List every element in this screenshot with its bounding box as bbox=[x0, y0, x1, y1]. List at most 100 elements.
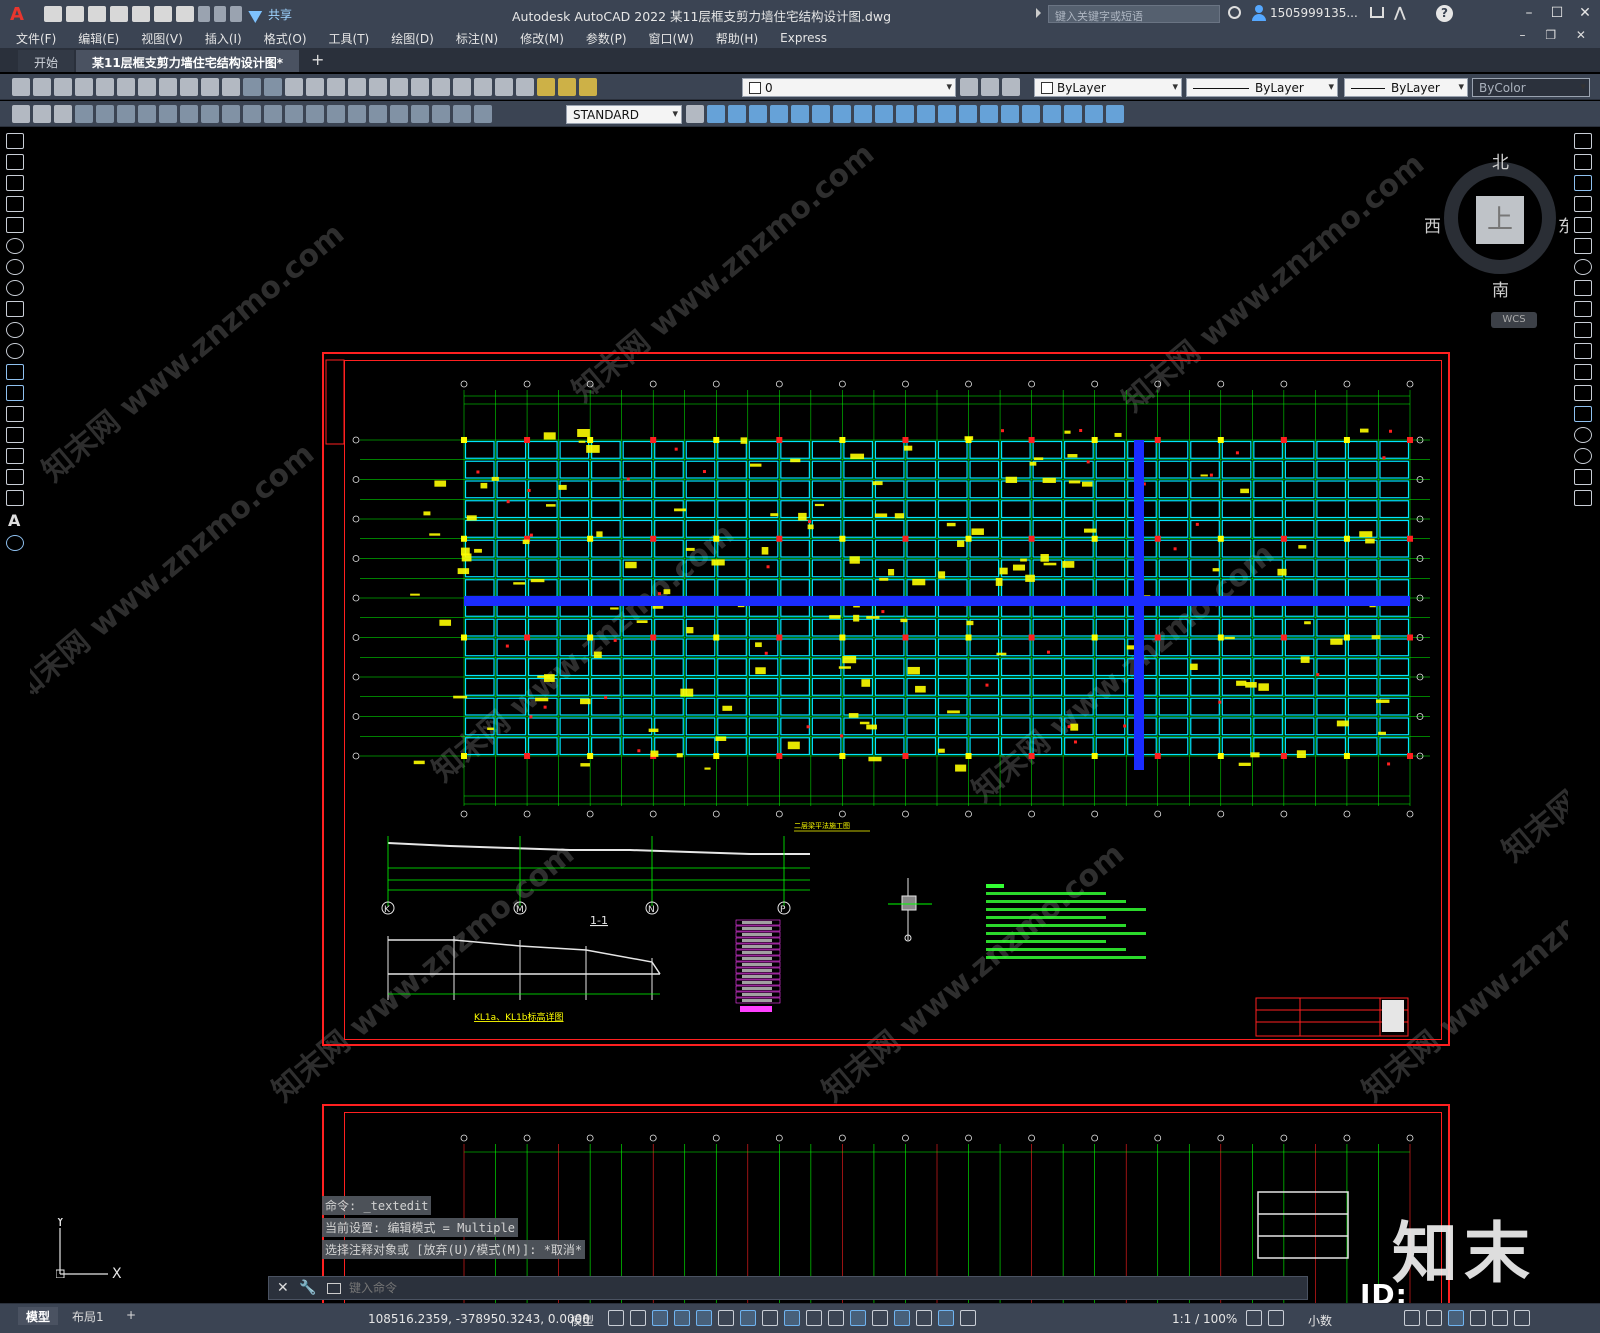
join-icon[interactable] bbox=[1574, 406, 1592, 422]
inspection-icon[interactable] bbox=[390, 105, 408, 123]
dim-break-icon[interactable] bbox=[327, 105, 345, 123]
object-snap-icon[interactable] bbox=[740, 1310, 756, 1326]
block-icon[interactable] bbox=[33, 105, 51, 123]
break-icon[interactable] bbox=[1574, 385, 1592, 401]
continue-icon[interactable] bbox=[285, 105, 303, 123]
line-icon[interactable] bbox=[6, 133, 24, 149]
plotstyle-dropdown[interactable]: ByColor bbox=[1472, 78, 1590, 97]
box-icon[interactable] bbox=[707, 105, 725, 123]
share-button[interactable]: 共享 bbox=[248, 4, 292, 24]
move-icon[interactable] bbox=[1574, 238, 1592, 254]
add-selected-icon[interactable] bbox=[6, 535, 24, 551]
loft-icon[interactable] bbox=[959, 105, 977, 123]
linear-dim-icon[interactable] bbox=[75, 105, 93, 123]
gradient-icon[interactable] bbox=[6, 448, 24, 464]
3d-align-icon[interactable] bbox=[1085, 105, 1103, 123]
angular-icon[interactable] bbox=[222, 105, 240, 123]
multiline-text-icon[interactable]: A bbox=[8, 511, 28, 530]
design-center-icon[interactable] bbox=[390, 78, 408, 96]
lineweight-dropdown[interactable]: ByLayer bbox=[1344, 78, 1468, 97]
menu-format[interactable]: 格式(O) bbox=[264, 30, 307, 47]
help-icon[interactable]: ? bbox=[1436, 5, 1453, 22]
erase-icon[interactable] bbox=[1574, 133, 1592, 149]
zoom-previous-icon[interactable] bbox=[348, 78, 366, 96]
new-icon[interactable] bbox=[44, 6, 62, 22]
dim-space-icon[interactable] bbox=[306, 105, 324, 123]
annotation-visibility-icon[interactable] bbox=[916, 1310, 932, 1326]
explode-icon[interactable] bbox=[1574, 490, 1592, 506]
point-icon[interactable] bbox=[6, 406, 24, 422]
ellipse-icon[interactable] bbox=[6, 322, 24, 338]
sweep-icon[interactable] bbox=[917, 105, 935, 123]
polysolid-icon[interactable] bbox=[854, 105, 872, 123]
lock-icon[interactable] bbox=[579, 78, 597, 96]
menu-file[interactable]: 文件(F) bbox=[16, 30, 56, 47]
hardware-acceleration-icon[interactable] bbox=[1470, 1310, 1486, 1326]
table-icon[interactable] bbox=[6, 490, 24, 506]
compass-west[interactable]: 西 bbox=[1424, 212, 1441, 237]
torus-icon[interactable] bbox=[833, 105, 851, 123]
cut-icon[interactable] bbox=[159, 78, 177, 96]
arc-length-icon[interactable] bbox=[117, 105, 135, 123]
add-layout-button[interactable]: + bbox=[118, 1307, 144, 1325]
tab-start[interactable]: 开始 bbox=[18, 50, 75, 72]
transparency-icon[interactable] bbox=[784, 1310, 800, 1326]
copy-object-icon[interactable] bbox=[1574, 154, 1592, 170]
break-at-point-icon[interactable] bbox=[1574, 364, 1592, 380]
rotate-icon[interactable] bbox=[1574, 259, 1592, 275]
menu-modify[interactable]: 修改(M) bbox=[520, 30, 564, 47]
dim-edit-icon[interactable] bbox=[432, 105, 450, 123]
pan-icon[interactable] bbox=[285, 78, 303, 96]
undo-icon[interactable] bbox=[243, 78, 261, 96]
extend-icon[interactable] bbox=[1574, 343, 1592, 359]
isolate-objects-icon[interactable] bbox=[1448, 1310, 1464, 1326]
annotation-scale-icon[interactable] bbox=[960, 1310, 976, 1326]
zoom-realtime-icon[interactable] bbox=[306, 78, 324, 96]
circle-icon[interactable] bbox=[6, 259, 24, 275]
cone-icon[interactable] bbox=[749, 105, 767, 123]
calculator-icon[interactable] bbox=[474, 78, 492, 96]
tab-layout1[interactable]: 布局1 bbox=[64, 1307, 112, 1325]
menu-window[interactable]: 窗口(W) bbox=[649, 30, 694, 47]
viewcube[interactable]: 上 北 南 东 西 WCS bbox=[1424, 148, 1568, 328]
plus-icon[interactable] bbox=[1268, 1310, 1284, 1326]
spline-icon[interactable] bbox=[6, 301, 24, 317]
blend-icon[interactable] bbox=[1574, 469, 1592, 485]
dim-text-edit-icon[interactable] bbox=[453, 105, 471, 123]
snap-icon[interactable] bbox=[630, 1310, 646, 1326]
mirror-icon[interactable] bbox=[1574, 175, 1592, 191]
pyramid-icon[interactable] bbox=[791, 105, 809, 123]
wedge-icon[interactable] bbox=[812, 105, 830, 123]
construction-line-icon[interactable] bbox=[6, 154, 24, 170]
layer-properties-icon[interactable] bbox=[516, 78, 534, 96]
tab-model[interactable]: 模型 bbox=[18, 1307, 59, 1325]
menu-help[interactable]: 帮助(H) bbox=[716, 30, 758, 47]
linetype-dropdown[interactable]: ByLayer bbox=[1186, 78, 1338, 97]
model-space-button[interactable]: 模型 bbox=[570, 1312, 594, 1329]
viewcube-top-face[interactable]: 上 bbox=[1476, 196, 1524, 244]
search-expand-icon[interactable] bbox=[1036, 8, 1041, 18]
sun-icon[interactable] bbox=[558, 78, 576, 96]
polyline-icon[interactable] bbox=[6, 175, 24, 191]
hatch-icon[interactable] bbox=[6, 427, 24, 443]
menu-edit[interactable]: 编辑(E) bbox=[78, 30, 119, 47]
menu-draw[interactable]: 绘图(D) bbox=[391, 30, 434, 47]
close-icon[interactable]: ✕ bbox=[1574, 3, 1596, 23]
diameter-icon[interactable] bbox=[201, 105, 219, 123]
baseline-icon[interactable] bbox=[264, 105, 282, 123]
cart-icon[interactable] bbox=[1370, 7, 1384, 18]
wcs-menu[interactable]: WCS bbox=[1491, 312, 1537, 328]
publish-icon[interactable] bbox=[117, 78, 135, 96]
plot-icon[interactable] bbox=[176, 6, 194, 22]
make-current-icon[interactable] bbox=[960, 78, 978, 96]
presspull-icon[interactable] bbox=[896, 105, 914, 123]
revision-cloud-icon[interactable] bbox=[6, 280, 24, 296]
annotation-scale[interactable]: 1:1 / 100% bbox=[1172, 1312, 1237, 1326]
layer-dropdown[interactable]: 0 bbox=[742, 78, 956, 97]
units-display[interactable]: 小数 bbox=[1308, 1312, 1332, 1329]
user-name[interactable]: 1505999135... bbox=[1270, 6, 1358, 20]
web-open-icon[interactable] bbox=[132, 6, 150, 22]
offset-icon[interactable] bbox=[1574, 196, 1592, 212]
tolerance-icon[interactable] bbox=[348, 105, 366, 123]
compass-north[interactable]: 北 bbox=[1492, 148, 1509, 173]
